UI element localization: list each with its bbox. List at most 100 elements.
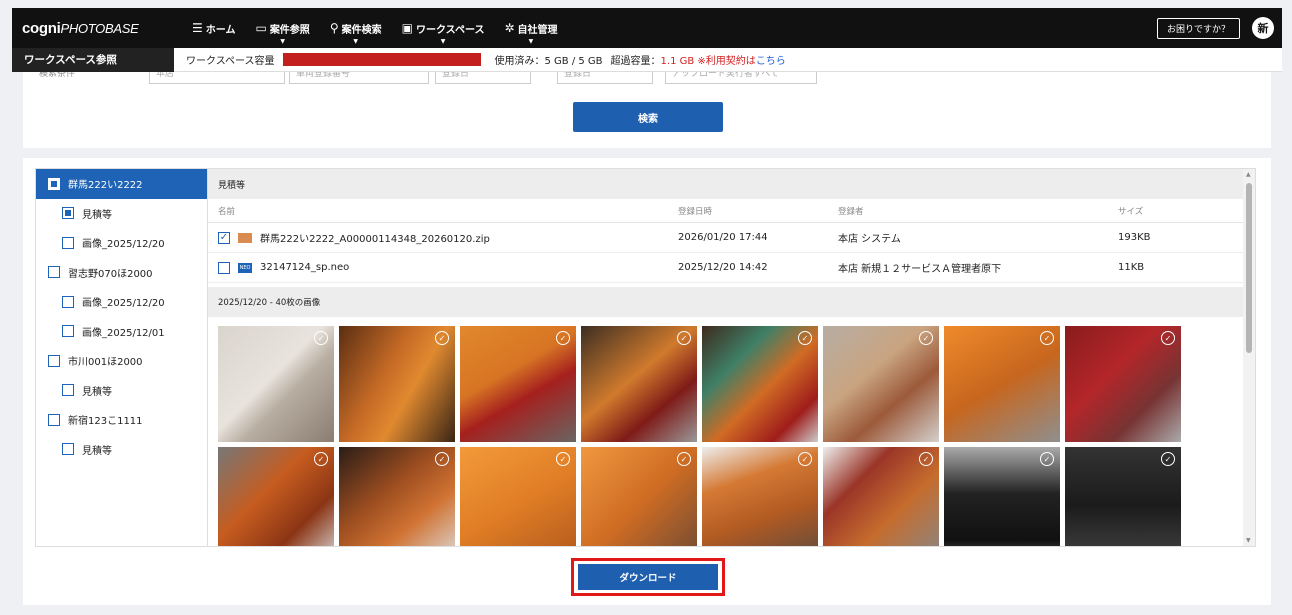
photo-section-header: 2025/12/20 - 40枚の画像 [208,287,1255,317]
tree-item[interactable]: 見積等 [36,199,207,229]
select-check-icon[interactable]: ✓ [1161,331,1175,345]
checkbox[interactable] [62,384,74,397]
select-check-icon[interactable]: ✓ [314,452,328,466]
checkbox[interactable] [62,443,74,456]
capacity-label: ワークスペース容量 [186,56,275,67]
photo-thumbnail[interactable]: ✓ [460,326,576,442]
date-to-input[interactable]: 登録日 [557,72,653,84]
tree-item[interactable]: 群馬222い2222 [36,169,207,199]
checkbox[interactable] [62,207,74,220]
table-header: 名前 登録日時 登録者 サイズ [208,199,1255,223]
checkbox[interactable] [48,177,60,190]
photo-thumbnail[interactable]: ✓ [944,447,1060,546]
photo-thumbnail[interactable]: ✓ [702,447,818,546]
checkbox-checked[interactable]: ✓ [218,231,230,244]
scroll-thumb[interactable] [1246,183,1252,353]
select-check-icon[interactable]: ✓ [556,452,570,466]
photo-thumbnail[interactable]: ✓ [1065,326,1181,442]
checkbox[interactable] [62,236,74,249]
photo-thumbnail[interactable]: ✓ [218,326,334,442]
tree-item[interactable]: 画像_2025/12/20 [36,228,207,258]
workspace-icon: ▣ [401,21,413,35]
tree-item[interactable]: 市川001ほ2000 [36,346,207,376]
caret-down-icon: ▼ [528,38,534,45]
photo-thumbnail[interactable]: ✓ [339,447,455,546]
search-button[interactable]: 検索 [573,102,723,132]
select-check-icon[interactable]: ✓ [1161,452,1175,466]
table-row[interactable]: ✓ 群馬222い2222_A00000114348_20260120.zip 20… [208,223,1255,253]
nav-company-admin[interactable]: ✲ 自社管理 ▼ [494,8,567,48]
menu-list-icon: ☰ [192,21,203,35]
photo-thumbnail[interactable]: ✓ [581,326,697,442]
tree-item[interactable]: 見積等 [36,376,207,406]
neo-file-icon: NEO [238,262,252,273]
select-check-icon[interactable]: ✓ [919,452,933,466]
workspace-bar: ワークスペース参照 ワークスペース容量 使用済み：5 GB / 5 GB 超過容… [12,47,1282,72]
tree-item[interactable]: 新宿123こ1111 [36,405,207,435]
search-icon: ⚲ [329,21,339,35]
nav-case-view[interactable]: ▭ 案件参照 ▼ [245,8,319,48]
photo-thumbnail[interactable]: ✓ [339,326,455,442]
photo-thumbnail[interactable]: ✓ [944,326,1060,442]
scroll-up-icon[interactable]: ▲ [1246,171,1251,178]
photo-grid: ✓ ✓ ✓ ✓ ✓ ✓ ✓ ✓ ✓ ✓ ✓ ✓ ✓ ✓ ✓ ✓ [208,317,1255,546]
section-header: 見積等 [208,169,1255,199]
checkbox[interactable] [48,266,60,279]
tree-item[interactable]: 画像_2025/12/20 [36,287,207,317]
capacity-over: 超過容量：1.1 GB ※利用契約はこちら [610,56,786,67]
select-check-icon[interactable]: ✓ [677,452,691,466]
tree-item[interactable]: 見積等 [36,435,207,465]
vertical-scrollbar[interactable]: ▲ ▼ [1243,169,1255,546]
select-check-icon[interactable]: ✓ [435,452,449,466]
download-button[interactable]: ダウンロード [578,564,718,590]
branch-select[interactable]: 本店 [149,72,285,84]
photo-thumbnail[interactable]: ✓ [1065,447,1181,546]
zip-file-icon [238,232,252,243]
photo-thumbnail[interactable]: ✓ [460,447,576,546]
folder-tree: 群馬222い2222 見積等 画像_2025/12/20 習志野070ほ2000… [35,168,207,547]
checkbox[interactable] [218,261,230,274]
date-from-input[interactable]: 登録日 [435,72,531,84]
search-panel: 検索条件 本店 車両登録番号 登録日 登録日 アップロード実行者すべて 検索 [23,72,1271,148]
select-check-icon[interactable]: ✓ [1040,331,1054,345]
nav-case-search[interactable]: ⚲ 案件検索 ▼ [320,8,392,48]
table-row[interactable]: NEO 32147124_sp.neo 2025/12/20 14:42 本店 新… [208,253,1255,283]
page-title: ワークスペース参照 [12,47,174,72]
checkbox[interactable] [62,295,74,308]
scroll-down-icon[interactable]: ▼ [1246,537,1251,544]
tree-item[interactable]: 習志野070ほ2000 [36,258,207,288]
logo[interactable]: cogniPHOTOBASE [22,20,182,37]
file-content: 見積等 名前 登録日時 登録者 サイズ ✓ 群馬222い2222_A0000011… [207,168,1256,547]
workspace-panel: 群馬222い2222 見積等 画像_2025/12/20 習志野070ほ2000… [23,158,1271,605]
search-label: 検索条件 [39,72,76,79]
uploader-select[interactable]: アップロード実行者すべて [665,72,817,84]
nav-home[interactable]: ☰ ホーム [182,8,245,48]
contract-link[interactable]: こちら [756,56,786,67]
help-button[interactable]: お困りですか？ [1156,17,1240,39]
checkbox[interactable] [62,325,74,338]
caret-down-icon: ▼ [353,38,359,45]
photo-thumbnail[interactable]: ✓ [823,326,939,442]
photo-thumbnail[interactable]: ✓ [218,447,334,546]
select-check-icon[interactable]: ✓ [1040,452,1054,466]
select-check-icon[interactable]: ✓ [435,331,449,345]
photo-thumbnail[interactable]: ✓ [823,447,939,546]
download-highlight: ダウンロード [571,558,725,596]
avatar[interactable]: 新 [1252,17,1274,39]
capacity-bar [282,53,481,66]
tree-item[interactable]: 画像_2025/12/01 [36,317,207,347]
vehicle-number-input[interactable]: 車両登録番号 [289,72,429,84]
monitor-icon: ▭ [255,21,267,35]
caret-down-icon: ▼ [280,38,285,45]
select-check-icon[interactable]: ✓ [798,331,812,345]
checkbox[interactable] [48,413,60,426]
nav-workspace[interactable]: ▣ ワークスペース ▼ [392,8,495,48]
checkbox[interactable] [48,354,60,367]
select-check-icon[interactable]: ✓ [919,331,933,345]
select-check-icon[interactable]: ✓ [556,331,570,345]
photo-thumbnail[interactable]: ✓ [702,326,818,442]
select-check-icon[interactable]: ✓ [798,452,812,466]
select-check-icon[interactable]: ✓ [677,331,691,345]
photo-thumbnail[interactable]: ✓ [581,447,697,546]
select-check-icon[interactable]: ✓ [314,331,328,345]
